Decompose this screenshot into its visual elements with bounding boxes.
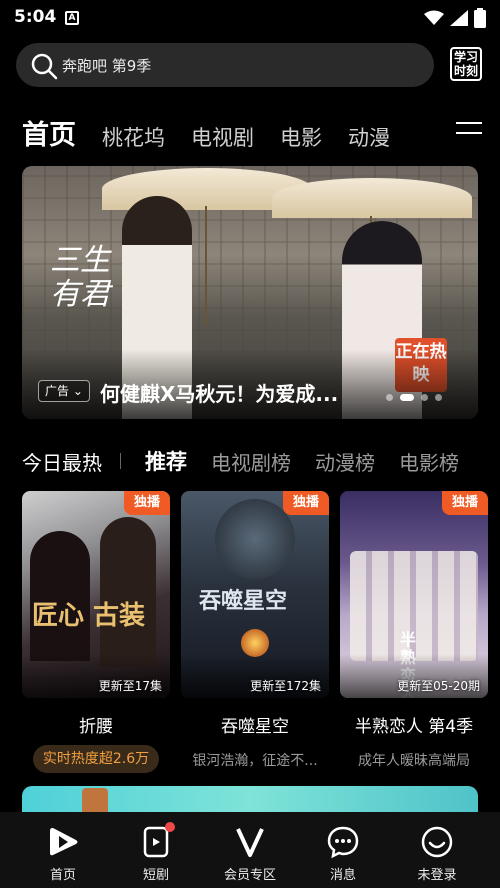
nav-vip[interactable]: 会员专区 bbox=[205, 824, 295, 883]
tab-tv-rank[interactable]: 电视剧榜 bbox=[211, 447, 291, 476]
show-logo: 三生有君 bbox=[50, 243, 110, 312]
tab-movies[interactable]: 电影 bbox=[280, 122, 322, 152]
status-icons bbox=[424, 8, 486, 28]
tab-home[interactable]: 首页 bbox=[22, 113, 76, 152]
show-card[interactable]: 吞噬星空 独播 更新至172集 吞噬星空 银河浩瀚，征途不... bbox=[181, 491, 329, 770]
show-title: 吞噬星空 bbox=[221, 717, 289, 737]
hero-banner[interactable]: 三生有君 正在热映 广告 ⌄ 何健麒X马秋元！为爱成... bbox=[22, 166, 478, 419]
nav-short-drama[interactable]: 短剧 bbox=[111, 822, 201, 883]
signal-icon bbox=[450, 10, 468, 26]
page-dot bbox=[421, 394, 428, 401]
page-dot-active bbox=[400, 394, 414, 401]
vip-v-icon bbox=[236, 828, 264, 857]
chevron-down-icon: ⌄ bbox=[72, 384, 83, 398]
category-tabs: 首页 桃花坞 电视剧 电影 动漫 bbox=[22, 112, 390, 152]
bottom-nav: 首页 短剧 会员专区 消息 未登录 bbox=[0, 812, 500, 888]
study-time-button[interactable]: 学习时刻 bbox=[450, 47, 482, 81]
status-bar: 5:04 A bbox=[0, 0, 500, 36]
a-app-icon: A bbox=[65, 11, 79, 25]
nav-home[interactable]: 首页 bbox=[18, 824, 108, 883]
tab-tv-series[interactable]: 电视剧 bbox=[191, 122, 254, 152]
umbrella-right bbox=[272, 178, 472, 218]
update-status: 更新至17集 bbox=[98, 679, 162, 693]
smile-face-icon bbox=[421, 826, 453, 858]
exclusive-badge: 独播 bbox=[442, 491, 488, 515]
poster-title-art: 吞噬星空 bbox=[199, 588, 288, 614]
search-icon bbox=[31, 53, 58, 80]
update-status: 更新至05-20期 bbox=[397, 679, 480, 693]
show-card[interactable]: 半熟恋人 独播 更新至05-20期 半熟恋人 第4季 成年人暧昧高端局 bbox=[340, 491, 488, 770]
divider bbox=[120, 453, 121, 469]
update-status: 更新至172集 bbox=[250, 679, 321, 693]
notification-dot bbox=[165, 822, 175, 832]
show-card[interactable]: 匠心 古装 独播 更新至17集 折腰 实时热度超2.6万 bbox=[22, 491, 170, 777]
poster-title-art: 匠心 古装 bbox=[32, 601, 146, 631]
nav-profile[interactable]: 未登录 bbox=[392, 824, 482, 883]
wifi-icon bbox=[424, 10, 444, 25]
show-tagline: 银河浩瀚，征途不... bbox=[192, 753, 318, 769]
poster: 吞噬星空 独播 更新至172集 bbox=[181, 491, 329, 698]
battery-icon bbox=[474, 8, 486, 28]
poster: 半熟恋人 独播 更新至05-20期 bbox=[340, 491, 488, 698]
show-title: 半熟恋人 第4季 bbox=[354, 717, 474, 737]
message-icon bbox=[327, 826, 359, 859]
search-placeholder: 奔跑吧 第9季 bbox=[62, 57, 152, 75]
exclusive-badge: 独播 bbox=[124, 491, 170, 515]
page-dot bbox=[435, 394, 442, 401]
hotness-label: 实时热度超2.6万 bbox=[32, 745, 160, 773]
rank-tabs: 今日最热 推荐 电视剧榜 动漫榜 电影榜 bbox=[22, 446, 483, 476]
clock: 5:04 bbox=[14, 7, 57, 27]
tab-today-hot[interactable]: 今日最热 bbox=[22, 447, 102, 476]
page-dot bbox=[386, 394, 393, 401]
show-tagline: 成年人暧昧高端局 bbox=[358, 753, 470, 769]
ad-label[interactable]: 广告 ⌄ bbox=[38, 380, 90, 402]
tab-anime-rank[interactable]: 动漫榜 bbox=[315, 447, 375, 476]
tab-anime[interactable]: 动漫 bbox=[348, 122, 390, 152]
tab-recommend[interactable]: 推荐 bbox=[145, 446, 187, 476]
tab-movie-rank[interactable]: 电影榜 bbox=[399, 447, 459, 476]
search-bar[interactable]: 奔跑吧 第9季 bbox=[16, 43, 434, 87]
play-icon bbox=[50, 828, 78, 856]
banner-caption: 何健麒X马秋元！为爱成... bbox=[100, 382, 339, 406]
banner-pagination bbox=[386, 394, 442, 401]
menu-icon[interactable] bbox=[456, 122, 482, 134]
exclusive-badge: 独播 bbox=[283, 491, 329, 515]
show-title: 折腰 bbox=[79, 717, 113, 737]
poster: 匠心 古装 独播 更新至17集 bbox=[22, 491, 170, 698]
nav-messages[interactable]: 消息 bbox=[298, 824, 388, 883]
tab-taohuawu[interactable]: 桃花坞 bbox=[102, 122, 165, 152]
